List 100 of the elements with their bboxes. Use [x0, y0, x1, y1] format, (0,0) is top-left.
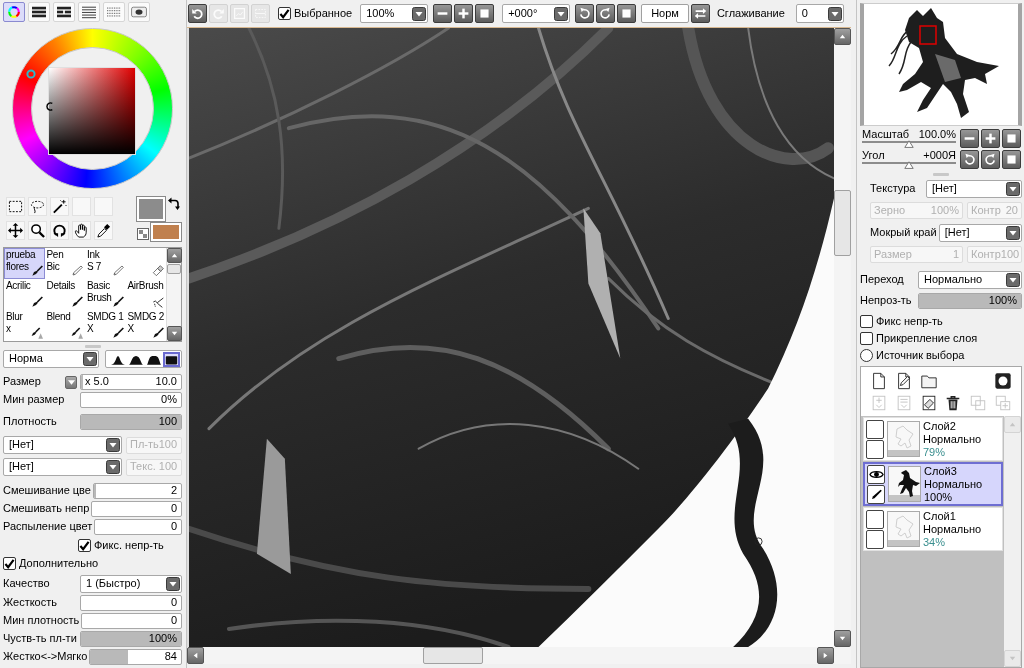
visibility-toggle[interactable]	[866, 419, 884, 439]
rotate-right-button[interactable]	[981, 150, 1000, 169]
brush-tool-tile[interactable]: SMDG 1 X	[85, 310, 126, 341]
rotate-left-button[interactable]	[960, 150, 979, 169]
swap-arrow-icon[interactable]	[168, 197, 180, 210]
checkbox[interactable]	[3, 557, 16, 570]
setting-slider[interactable]: 2	[92, 483, 182, 499]
dashed-frame-icon	[254, 7, 267, 20]
brush-tool-tile[interactable]: Acrilic	[4, 279, 45, 310]
brush-tool-tile[interactable]: SMDG 2 X	[125, 310, 166, 341]
saturation-value-square[interactable]	[48, 67, 136, 155]
checkbox[interactable]	[78, 539, 91, 552]
scrollbar-thumb[interactable]	[834, 190, 851, 256]
normal-view-button[interactable]: Норм	[641, 4, 689, 23]
visibility-toggle[interactable]	[866, 509, 884, 529]
reset-button[interactable]	[617, 4, 637, 23]
blend-mode-dropdown[interactable]: Нормально	[918, 271, 1022, 289]
setting-slider[interactable]: 84	[89, 649, 182, 665]
flip-button[interactable]	[690, 4, 710, 23]
size-options-button[interactable]	[65, 375, 77, 389]
layer-row[interactable]: Слой3 Нормально 100%	[863, 462, 1003, 506]
texture-dropdown[interactable]: [Нет]	[926, 180, 1022, 198]
view-frame-marker[interactable]	[919, 25, 937, 45]
setting-slider[interactable]: 0%	[80, 392, 182, 408]
resize-handle[interactable]	[84, 344, 101, 348]
setting-slider[interactable]: 100%	[80, 631, 182, 647]
checkbox[interactable]	[860, 332, 873, 345]
tool-button[interactable]	[94, 221, 113, 240]
edit-toggle[interactable]	[866, 439, 884, 459]
tool-button[interactable]	[72, 221, 91, 240]
tool-button[interactable]	[50, 221, 69, 240]
radio-button[interactable]	[860, 349, 873, 362]
tool-button[interactable]	[28, 197, 47, 216]
checker-icon[interactable]	[137, 228, 149, 240]
reset-button[interactable]	[1002, 150, 1021, 169]
navigator-preview[interactable]	[860, 3, 1022, 126]
size-slider[interactable]: x 5.0 10.0	[80, 374, 182, 390]
quality-dropdown[interactable]: 1 (Быстро)	[80, 575, 182, 593]
reset-button[interactable]	[475, 4, 495, 23]
brush-tool-tile[interactable]: Blur x	[4, 310, 45, 341]
toolbar-dropdown[interactable]: 100%	[360, 4, 429, 23]
visibility-toggle[interactable]	[867, 464, 885, 484]
toolbar-dropdown[interactable]: +000°	[502, 4, 571, 23]
brush-tool-tile[interactable]: Ink S 7	[85, 248, 126, 279]
checkbox[interactable]	[278, 7, 291, 20]
layer-mask-button[interactable]	[993, 371, 1013, 391]
rotate-right-button[interactable]	[596, 4, 616, 23]
primary-color-swatch[interactable]	[137, 197, 165, 221]
color-mode-tab[interactable]	[3, 2, 25, 22]
layer-row[interactable]: Слой2 Нормально 79%	[863, 417, 1003, 461]
scroll-left-button[interactable]	[187, 647, 204, 664]
hair-painting-drawing[interactable]	[189, 28, 834, 647]
zoom-out-button[interactable]	[960, 129, 979, 148]
setting-slider[interactable]: 100	[80, 414, 182, 430]
zoom-out-button[interactable]	[433, 4, 453, 23]
setting-slider[interactable]: 0	[91, 501, 182, 517]
slider-thumb[interactable]	[904, 140, 914, 148]
zoom-in-button[interactable]	[454, 4, 474, 23]
slider-thumb[interactable]	[904, 161, 914, 169]
brush-tool-tile[interactable]: Pen Bic	[44, 248, 85, 279]
tool-button[interactable]	[6, 221, 25, 240]
scroll-up-button[interactable]	[834, 28, 851, 45]
toolbar-dropdown[interactable]: 0	[795, 4, 844, 23]
scroll-down-button[interactable]	[167, 326, 182, 341]
brush-tool-tile[interactable]: Basic Brush	[85, 279, 126, 310]
edit-toggle[interactable]	[867, 484, 885, 504]
square-icon	[1005, 153, 1018, 166]
reset-button[interactable]	[1002, 129, 1021, 148]
edit-toggle[interactable]	[866, 529, 884, 549]
brush-tool-tile[interactable]: Blend	[44, 310, 85, 341]
brush-tool-tile[interactable]: prueba flores	[4, 248, 45, 279]
scroll-down-button[interactable]	[834, 630, 851, 647]
scroll-up-button[interactable]	[167, 248, 182, 263]
undo-button[interactable]	[188, 4, 207, 23]
horizontal-scrollbar[interactable]	[187, 647, 851, 664]
setting-slider[interactable]: 0	[94, 519, 182, 535]
setting-slider[interactable]: 0	[80, 595, 182, 611]
scroll-right-button[interactable]	[817, 647, 834, 664]
brush-shape-button[interactable]	[163, 351, 180, 367]
checkbox[interactable]	[860, 315, 873, 328]
wet-edge-dropdown[interactable]: [Нет]	[938, 224, 1022, 242]
scrollbar-thumb[interactable]	[423, 647, 483, 664]
zoom-in-button[interactable]	[981, 129, 1000, 148]
palette-scrollbar[interactable]	[166, 248, 181, 341]
tool-button[interactable]	[28, 221, 47, 240]
field-label: Контр	[971, 247, 1001, 262]
vertical-scrollbar[interactable]	[834, 28, 851, 647]
scrollbar-thumb[interactable]	[167, 264, 181, 274]
layer-row[interactable]: Слой1 Нормально 34%	[863, 507, 1003, 551]
opacity-slider[interactable]: 100%	[918, 292, 1022, 309]
rotate-left-button[interactable]	[575, 4, 595, 23]
blend-mode-dropdown[interactable]: Норма	[3, 350, 99, 368]
setting-slider[interactable]: 0	[81, 613, 182, 629]
brush-tool-tile[interactable]: AirBrush	[125, 279, 166, 310]
layer-list[interactable]: Слой2 Нормально 79% Слой3 Нормально 100% Слой1 Нормально 34%	[861, 416, 1021, 667]
brush-tool-tile[interactable]: Details	[44, 279, 85, 310]
tool-button[interactable]	[50, 197, 69, 216]
secondary-color-swatch[interactable]	[151, 223, 181, 241]
resize-handle[interactable]	[933, 173, 949, 176]
tool-button[interactable]	[6, 197, 25, 216]
